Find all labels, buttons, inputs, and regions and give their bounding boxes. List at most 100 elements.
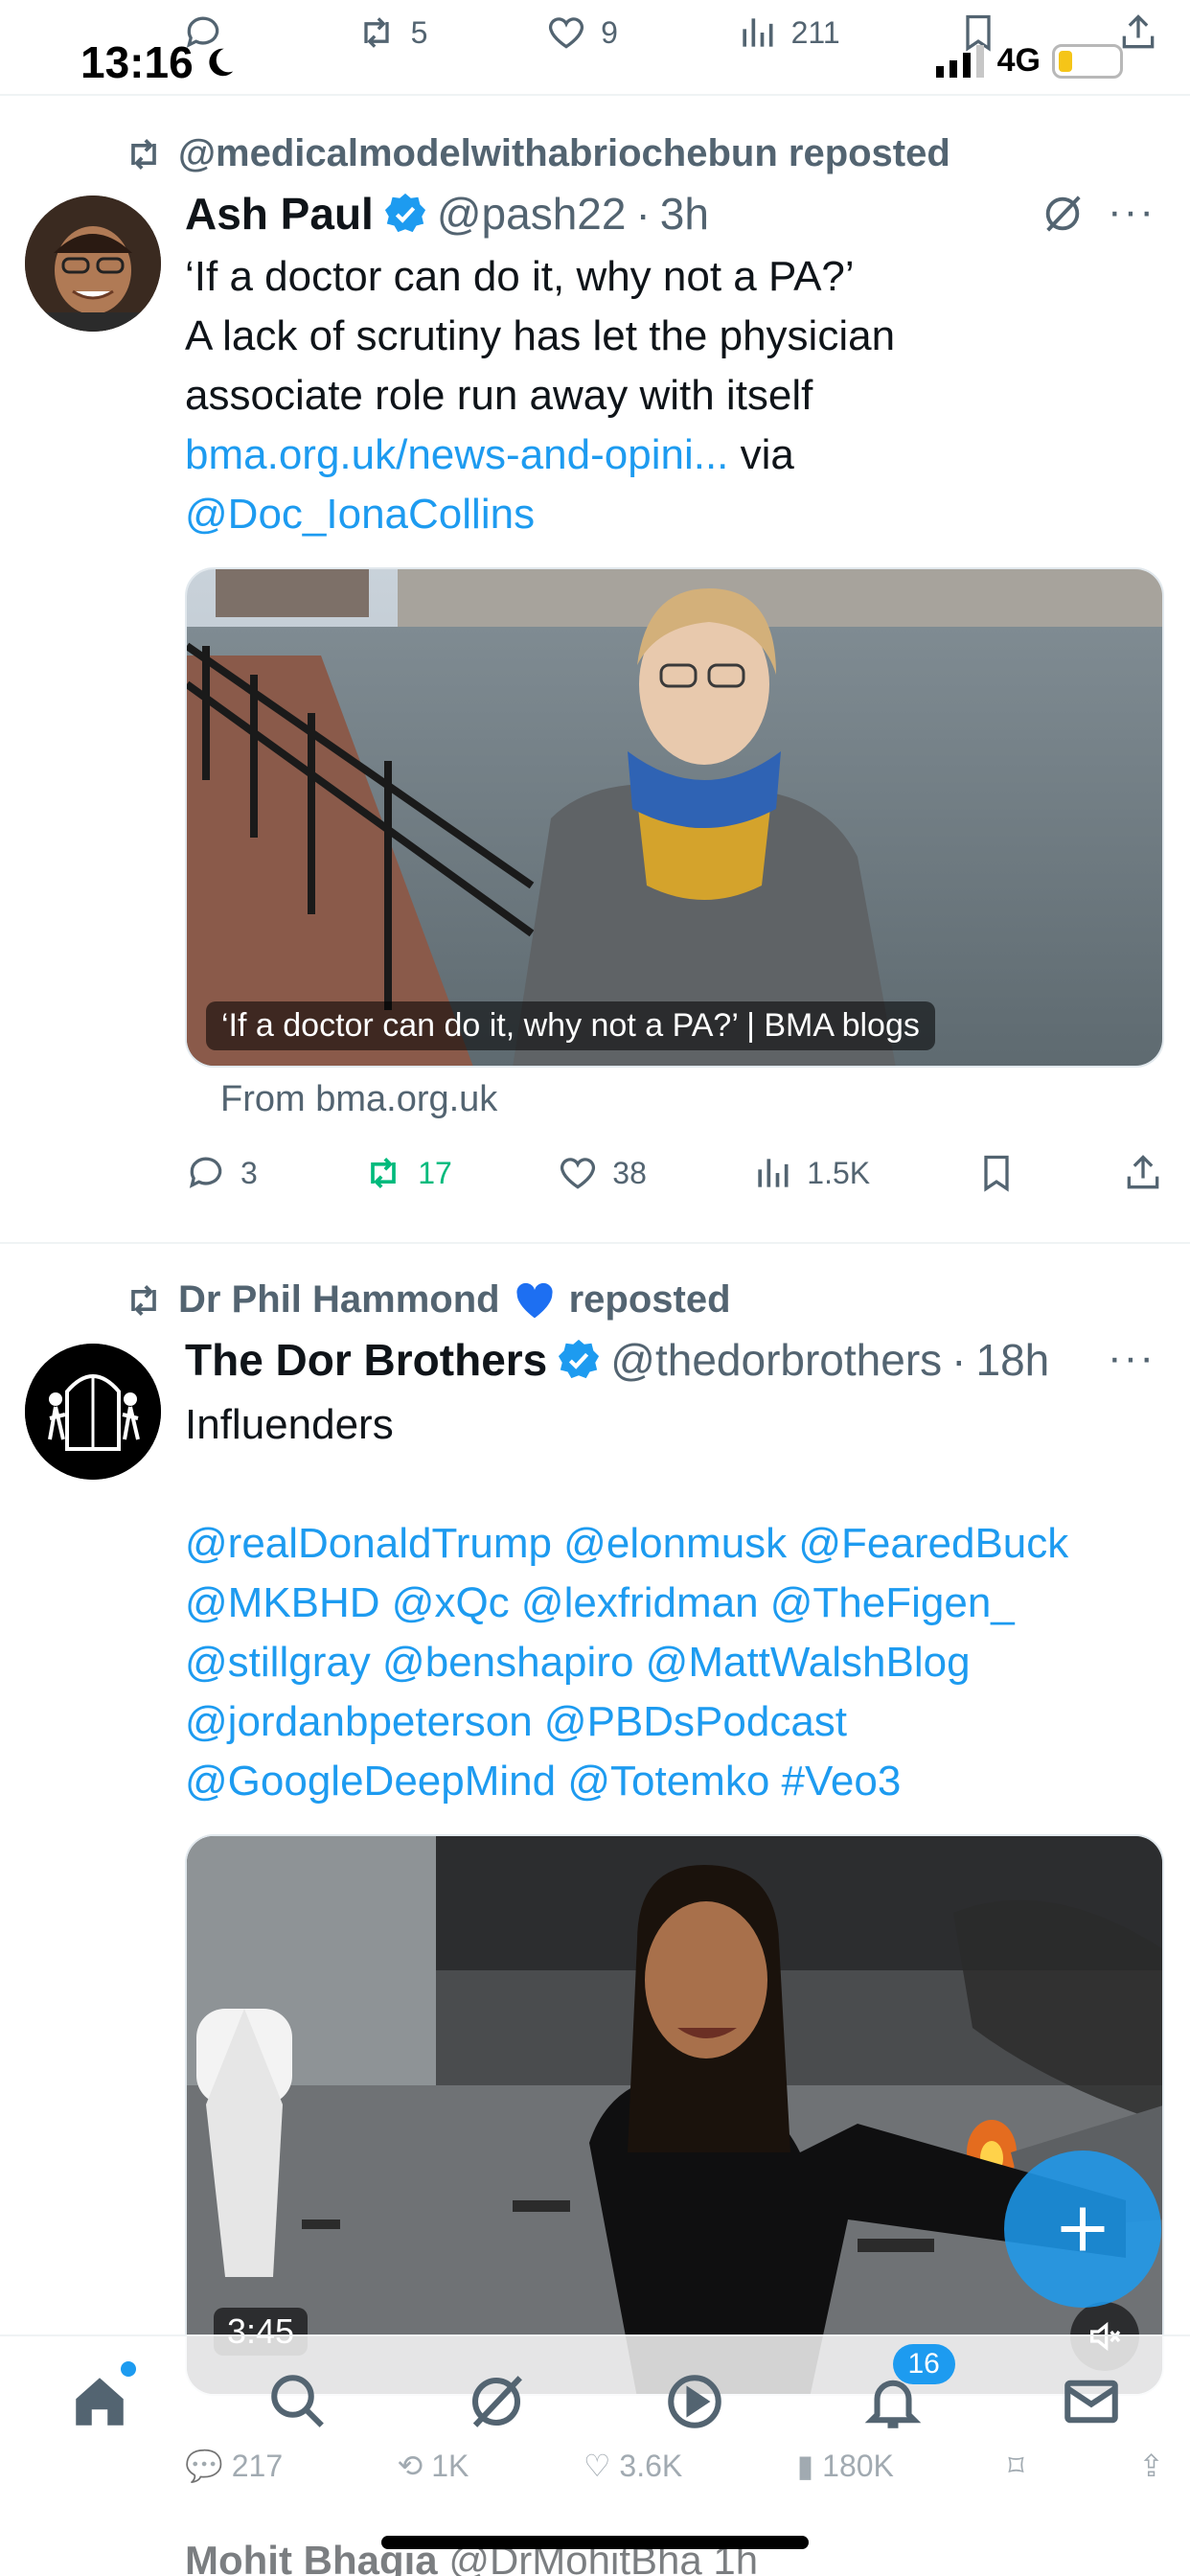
share-icon	[1127, 1155, 1159, 1189]
repost-button[interactable]: 5	[355, 12, 427, 54]
views-count[interactable]: ▮ 180K	[797, 2448, 894, 2484]
author-handle[interactable]: @pash22	[437, 188, 627, 240]
tweet-header: The Dor Brothers @thedorbrothers · 18h	[185, 1334, 1049, 1386]
reposted-suffix: reposted	[568, 1278, 731, 1321]
unread-dot	[120, 2361, 136, 2377]
grok-icon[interactable]	[1041, 192, 1085, 236]
like-button[interactable]: 38	[557, 1152, 647, 1194]
repost-icon	[131, 1284, 156, 1316]
bookmark-button[interactable]	[975, 1152, 1018, 1194]
repost-indicator: Dr Phil Hammond reposted	[123, 1278, 731, 1322]
repost-icon	[371, 1158, 397, 1188]
like-button[interactable]: 9	[545, 12, 618, 54]
views-button[interactable]: 211	[736, 12, 840, 54]
home-indicator[interactable]	[381, 2536, 809, 2549]
mention-line[interactable]: @GoogleDeepMind @Totemko #Veo3	[185, 1752, 1172, 1811]
home-icon	[75, 2378, 124, 2426]
share-button[interactable]	[1117, 12, 1159, 54]
share-icon[interactable]: ⇪	[1138, 2448, 1164, 2484]
repost-count: 17	[418, 1155, 452, 1190]
mention-link[interactable]: @Doc_IonaCollins	[185, 485, 1172, 544]
verified-badge-icon	[384, 193, 425, 233]
bookmark-icon	[983, 1155, 1009, 1192]
reply-count-value: 217	[231, 2449, 284, 2483]
status-bar: 5 9 211 13:16 4G	[0, 0, 1190, 96]
nav-messages[interactable]	[1053, 2363, 1130, 2440]
repost-count[interactable]: ⟲ 1K	[398, 2448, 469, 2484]
tweet-time[interactable]: 18h	[975, 1334, 1049, 1386]
reply-count[interactable]: 💬 217	[185, 2448, 283, 2484]
play-icon	[667, 2375, 721, 2428]
share-button[interactable]	[1122, 1152, 1164, 1194]
views-icon	[758, 1159, 789, 1187]
tweet-line: associate role run away with itself	[185, 372, 813, 419]
mention-line[interactable]: @realDonaldTrump @elonmusk @FearedBuck	[185, 1514, 1172, 1574]
search-icon	[270, 2375, 324, 2427]
author-handle[interactable]: @thedorbrothers	[610, 1334, 942, 1386]
reply-button[interactable]: 3	[185, 1152, 258, 1194]
author-name[interactable]: The Dor Brothers	[185, 1334, 547, 1386]
nav-notifications[interactable]: 16	[855, 2344, 955, 2440]
article-link[interactable]: bma.org.uk/news-and-opini...	[185, 431, 728, 478]
verified-badge-icon	[559, 1339, 600, 1379]
tweet2-actions-behind-nav: 💬 217 ⟲ 1K ♡ 3.6K ▮ 180K ⌑ ⇪	[185, 2448, 1164, 2484]
mention-line[interactable]: @MKBHD @xQc @lexfridman @TheFigen_	[185, 1574, 1172, 1633]
heart-icon	[561, 1158, 596, 1189]
views-count: 1.5K	[807, 1155, 871, 1190]
mention-line[interactable]: @jordanbpeterson @PBDsPodcast	[185, 1692, 1172, 1752]
video-player[interactable]: 3:45	[185, 1834, 1164, 2396]
link-card-image[interactable]: ‘If a doctor can do it, why not a PA?’ |…	[185, 567, 1164, 1068]
signal-icon	[935, 44, 984, 78]
tweet-line: A lack of scrutiny has let the physician	[185, 312, 896, 359]
tweet-time[interactable]: 3h	[660, 188, 709, 240]
share-icon	[1122, 14, 1155, 49]
views-count: 211	[790, 14, 840, 50]
repost-indicator: @medicalmodelwithabriochebun reposted	[123, 132, 950, 175]
views-icon	[742, 18, 773, 47]
plus-icon	[1061, 2207, 1105, 2251]
more-options-icon[interactable]: ···	[1108, 188, 1156, 236]
heart-icon	[549, 17, 584, 49]
like-count-value: 3.6K	[619, 2449, 683, 2483]
compose-button[interactable]	[1004, 2150, 1161, 2308]
mail-icon	[1064, 2380, 1118, 2424]
repost-icon	[131, 138, 156, 170]
like-count: 9	[601, 14, 618, 50]
video-thumbnail	[187, 1836, 1162, 2394]
reposted-by[interactable]: @medicalmodelwithabriochebun reposted	[178, 132, 950, 175]
notifications-badge: 16	[892, 2344, 955, 2384]
card-title: ‘If a doctor can do it, why not a PA?’ |…	[206, 1001, 935, 1050]
repost-count-value: 1K	[431, 2449, 469, 2483]
reply-count: 3	[240, 1155, 258, 1190]
tweet-dor-brothers[interactable]: Dr Phil Hammond reposted The Dor Brother…	[0, 1246, 1190, 2396]
battery-icon	[1052, 43, 1123, 79]
status-time: 13:16	[80, 36, 238, 88]
bookmark-icon[interactable]: ⌑	[1008, 2448, 1023, 2484]
nav-grok[interactable]	[458, 2363, 535, 2440]
views-count-value: 180K	[822, 2449, 894, 2483]
reposted-by[interactable]: Dr Phil Hammond	[178, 1278, 500, 1322]
tweet-line: Influenders	[185, 1401, 394, 1448]
more-options-icon[interactable]: ···	[1108, 1334, 1156, 1382]
avatar[interactable]	[25, 196, 161, 332]
reply-icon	[189, 1157, 222, 1188]
like-count[interactable]: ♡ 3.6K	[584, 2448, 682, 2484]
card-source[interactable]: From bma.org.uk	[220, 1079, 497, 1120]
repost-button[interactable]: 17	[362, 1152, 452, 1194]
nav-home[interactable]	[61, 2361, 138, 2440]
nav-video[interactable]	[656, 2363, 733, 2440]
tweet-actions: 3 17 38 1.5K	[185, 1152, 1164, 1194]
via-text: via	[740, 431, 794, 478]
views-button[interactable]: 1.5K	[751, 1152, 870, 1194]
mention-line[interactable]: @stillgray @benshapiro @MattWalshBlog	[185, 1633, 1172, 1692]
repost-icon	[364, 17, 389, 48]
author-name[interactable]: Ash Paul	[185, 188, 374, 240]
nav-search[interactable]	[260, 2363, 336, 2440]
tweet-line: bma.org.uk/news-and-opini... via	[185, 426, 1172, 485]
tweet-ash-paul[interactable]: @medicalmodelwithabriochebun reposted As…	[0, 96, 1190, 1236]
article-photo	[187, 569, 1162, 1066]
separator-dot: ·	[951, 1335, 967, 1385]
blue-heart-icon	[515, 1282, 553, 1318]
avatar[interactable]	[25, 1344, 161, 1480]
